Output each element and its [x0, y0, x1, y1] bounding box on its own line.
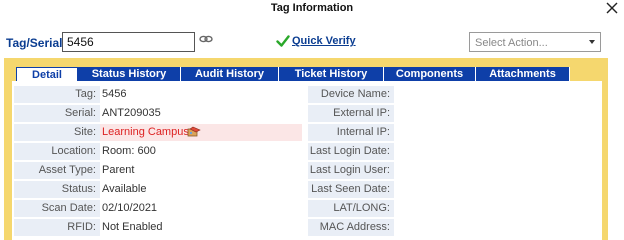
tag-value: 5456	[102, 88, 127, 100]
lat-long-label: LAT/LONG:	[308, 200, 394, 217]
tab-audit-history[interactable]: Audit History	[181, 67, 279, 81]
lat-long-value	[394, 200, 594, 217]
quick-verify-label: Quick Verify	[292, 35, 356, 47]
tab-status-history[interactable]: Status History	[78, 67, 181, 81]
tab-attachments[interactable]: Attachments	[476, 67, 570, 81]
asset-type-value: Parent	[102, 164, 135, 176]
scan-date-label: Scan Date:	[14, 200, 100, 217]
tag-serial-input[interactable]	[62, 32, 195, 52]
last-login-user-label: Last Login User:	[308, 162, 394, 179]
last-seen-date-label: Last Seen Date:	[308, 181, 394, 198]
tab-components[interactable]: Components	[384, 67, 476, 81]
tab-detail[interactable]: Detail	[16, 67, 78, 81]
tab-bar: Detail Status History Audit History Tick…	[16, 67, 570, 81]
device-name-label: Device Name:	[308, 86, 394, 103]
tag-label: Tag:	[14, 86, 100, 103]
last-seen-date-value	[394, 181, 594, 198]
site-label: Site:	[14, 124, 100, 141]
title-bar: Tag Information	[0, 0, 624, 18]
chain-link-icon[interactable]	[199, 34, 213, 44]
scan-date-value: 02/10/2021	[102, 202, 158, 214]
tag-search-row: Tag/Serial: Quick Verify Select Action..…	[6, 32, 618, 52]
serial-value: ANT209035	[102, 107, 161, 119]
tab-ticket-history[interactable]: Ticket History	[279, 67, 384, 81]
external-ip-value	[394, 105, 594, 122]
status-label: Status:	[14, 181, 100, 198]
location-label: Location:	[14, 143, 100, 160]
internal-ip-value	[394, 124, 594, 141]
rfid-value: Not Enabled	[102, 221, 163, 233]
close-button[interactable]	[604, 0, 620, 16]
select-action-value: Select Action...	[475, 37, 548, 49]
location-value: Room: 600	[102, 145, 156, 157]
status-value: Available	[102, 183, 147, 195]
check-icon	[276, 34, 290, 48]
tag-detail-panel: Detail Status History Audit History Tick…	[4, 58, 608, 240]
site-map-icon[interactable]	[187, 126, 201, 138]
serial-label: Serial:	[14, 105, 100, 122]
window-title: Tag Information	[270, 2, 354, 14]
device-name-value	[394, 86, 594, 103]
asset-type-label: Asset Type:	[14, 162, 100, 179]
rfid-label: RFID:	[14, 219, 100, 236]
last-login-date-value	[394, 143, 594, 160]
last-login-date-label: Last Login Date:	[308, 143, 394, 160]
mac-address-value	[394, 219, 594, 236]
close-icon	[606, 2, 618, 14]
mac-address-label: MAC Address:	[308, 219, 394, 236]
tag-serial-label: Tag/Serial:	[6, 36, 67, 50]
select-action-dropdown[interactable]: Select Action...	[469, 32, 601, 52]
last-login-user-value	[394, 162, 594, 179]
internal-ip-label: Internal IP:	[308, 124, 394, 141]
external-ip-label: External IP:	[308, 105, 394, 122]
site-value: Learning Campus	[100, 124, 302, 141]
detail-content: Tag: 5456 Serial: ANT209035 Site: Learni…	[12, 81, 602, 240]
chevron-down-icon	[589, 40, 595, 44]
